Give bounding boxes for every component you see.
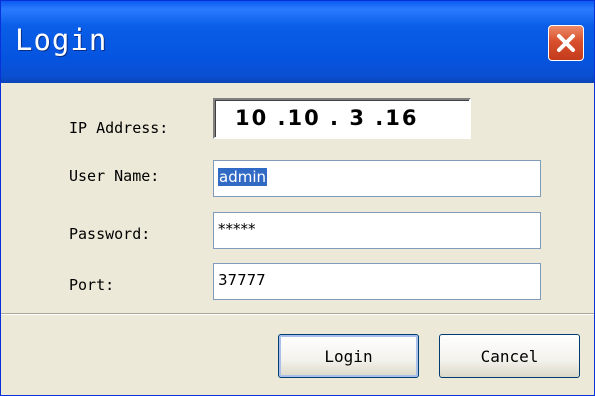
close-button[interactable] [548,25,584,61]
ip-address-value: 10 .10 . 3 .16 [235,106,419,130]
ip-address-input[interactable]: 10 .10 . 3 .16 [213,98,471,139]
login-dialog: Login IP Address: 10 .10 . 3 .16 User Na… [0,0,595,396]
port-input[interactable]: 37777 [213,263,541,300]
ip-address-label: IP Address: [69,119,169,137]
close-icon [557,34,575,52]
window-title: Login [15,23,108,57]
username-input[interactable]: admin [213,160,541,197]
login-button[interactable]: Login [278,334,419,378]
password-input[interactable]: ***** [213,212,541,249]
cancel-button[interactable]: Cancel [439,334,580,378]
username-selected-text: admin [218,168,267,186]
port-value: 37777 [218,271,266,289]
username-label: User Name: [69,167,160,185]
password-value: ***** [218,220,256,238]
port-label: Port: [69,276,115,294]
title-bar[interactable]: Login [1,1,594,83]
username-value: admin [218,168,267,186]
password-label: Password: [69,225,151,243]
